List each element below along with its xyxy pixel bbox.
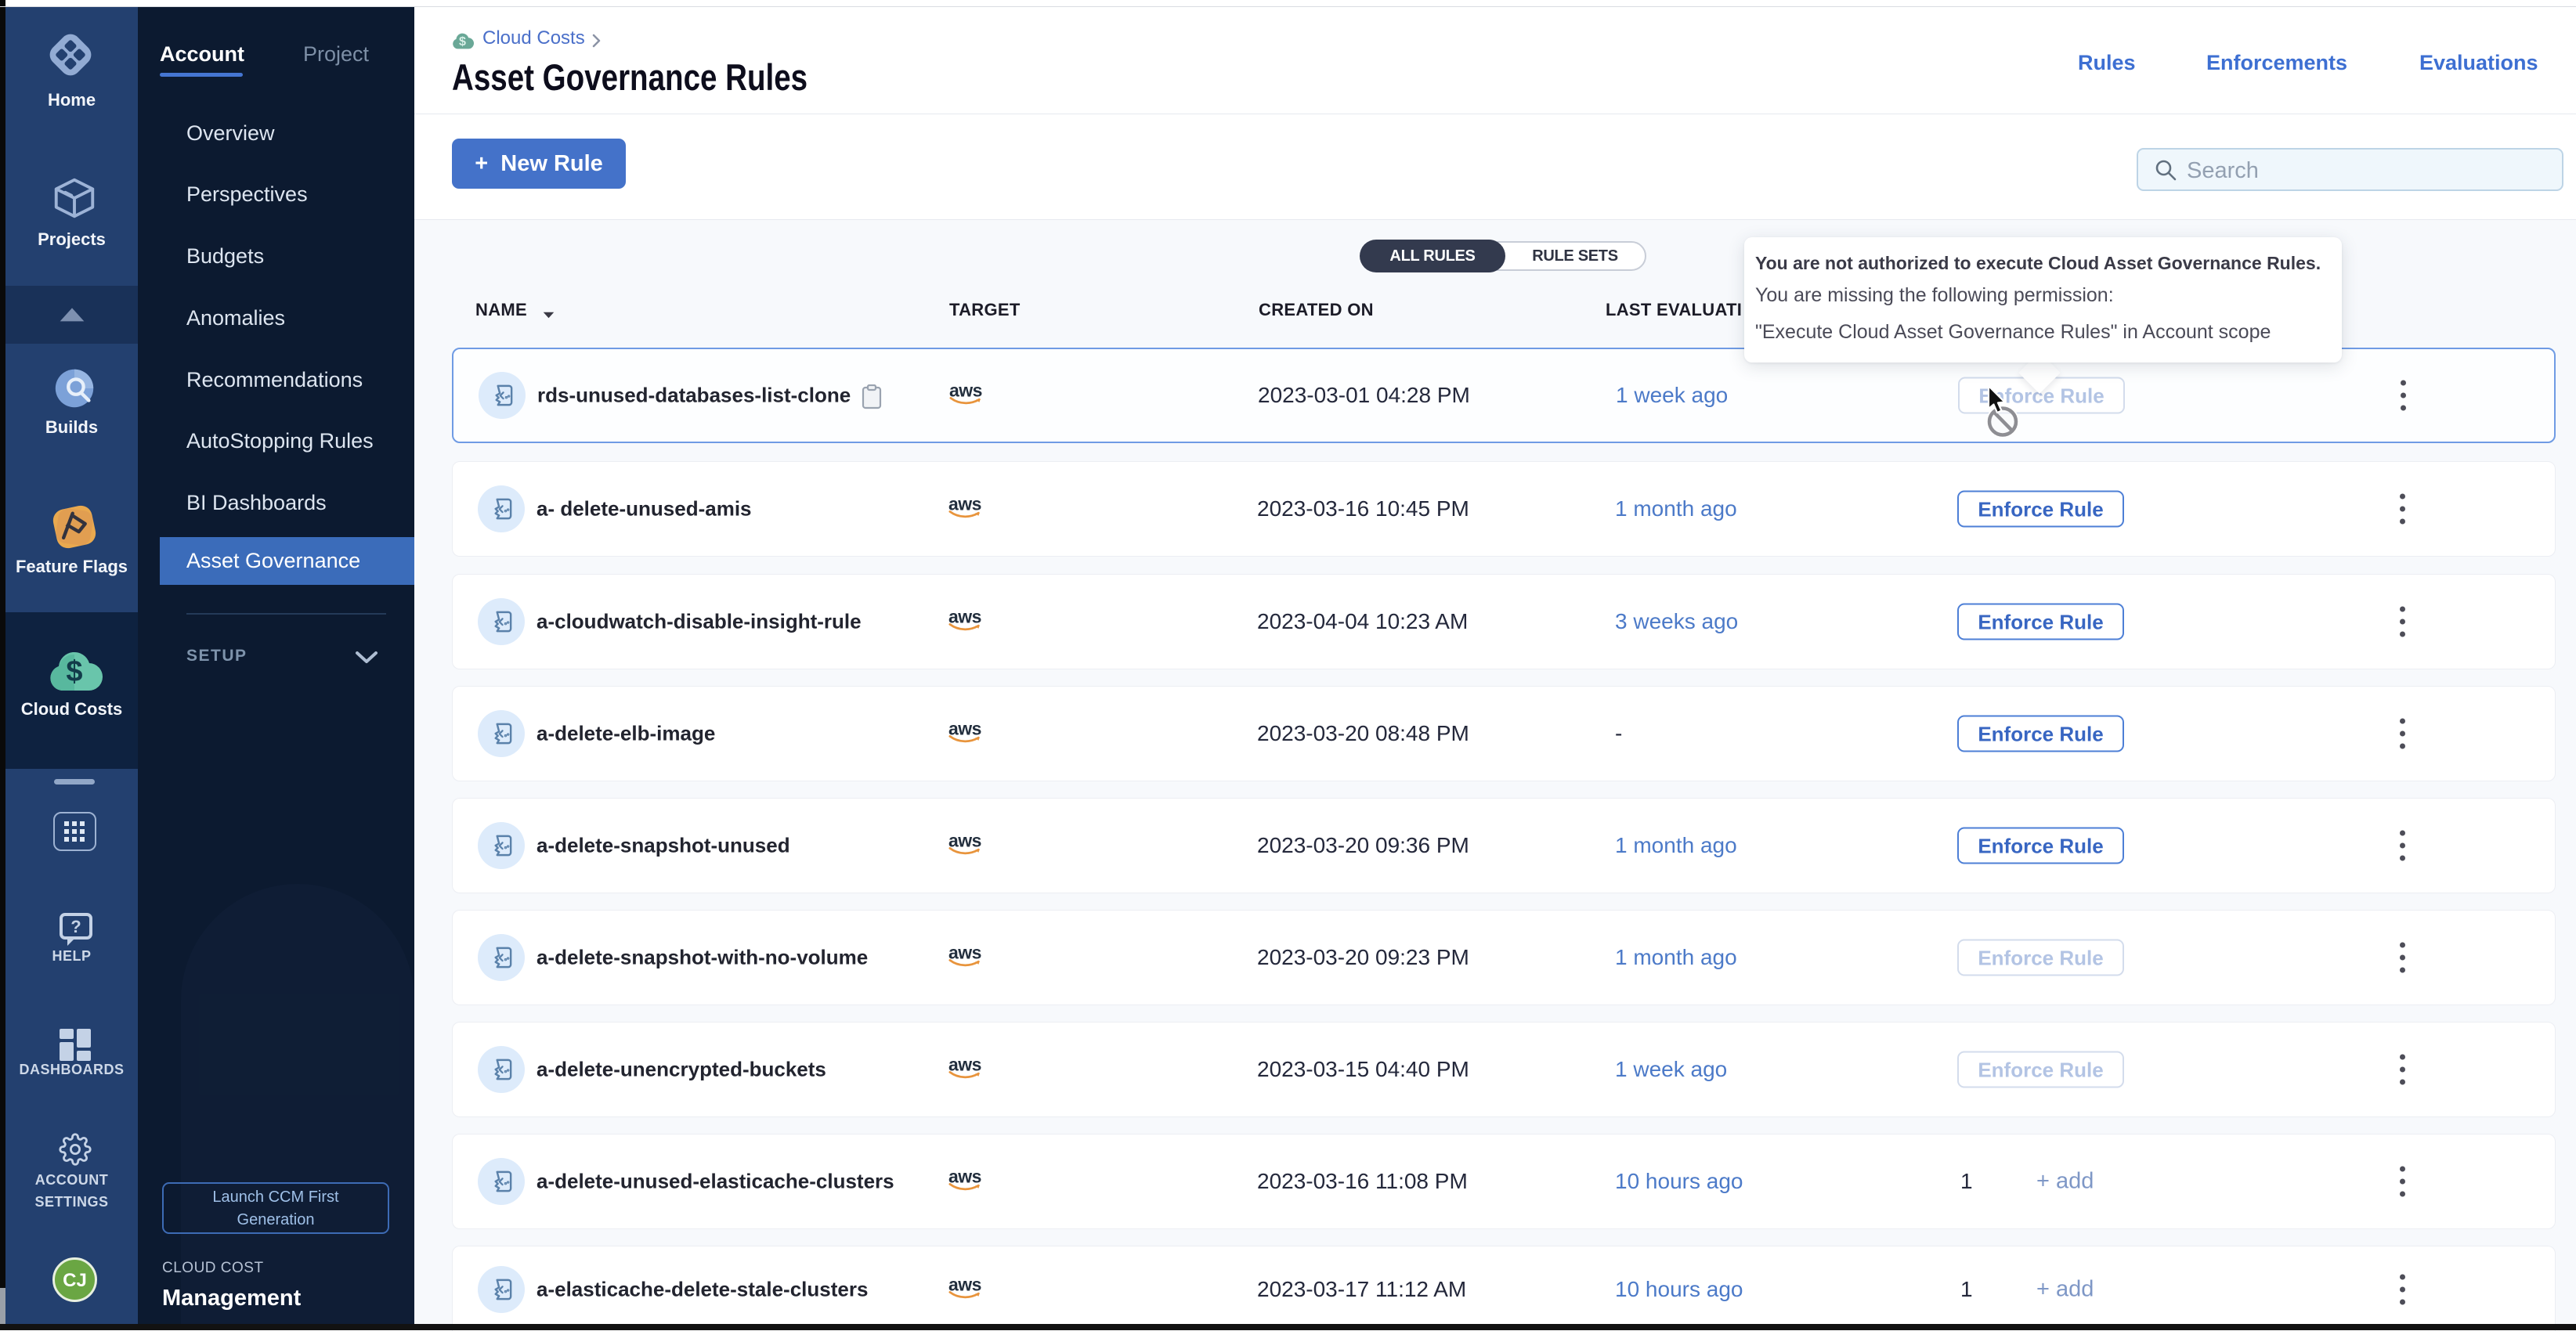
svg-text:$: $ [459,34,466,49]
svg-text:$: $ [66,655,82,688]
svg-text:?: ? [70,917,81,936]
